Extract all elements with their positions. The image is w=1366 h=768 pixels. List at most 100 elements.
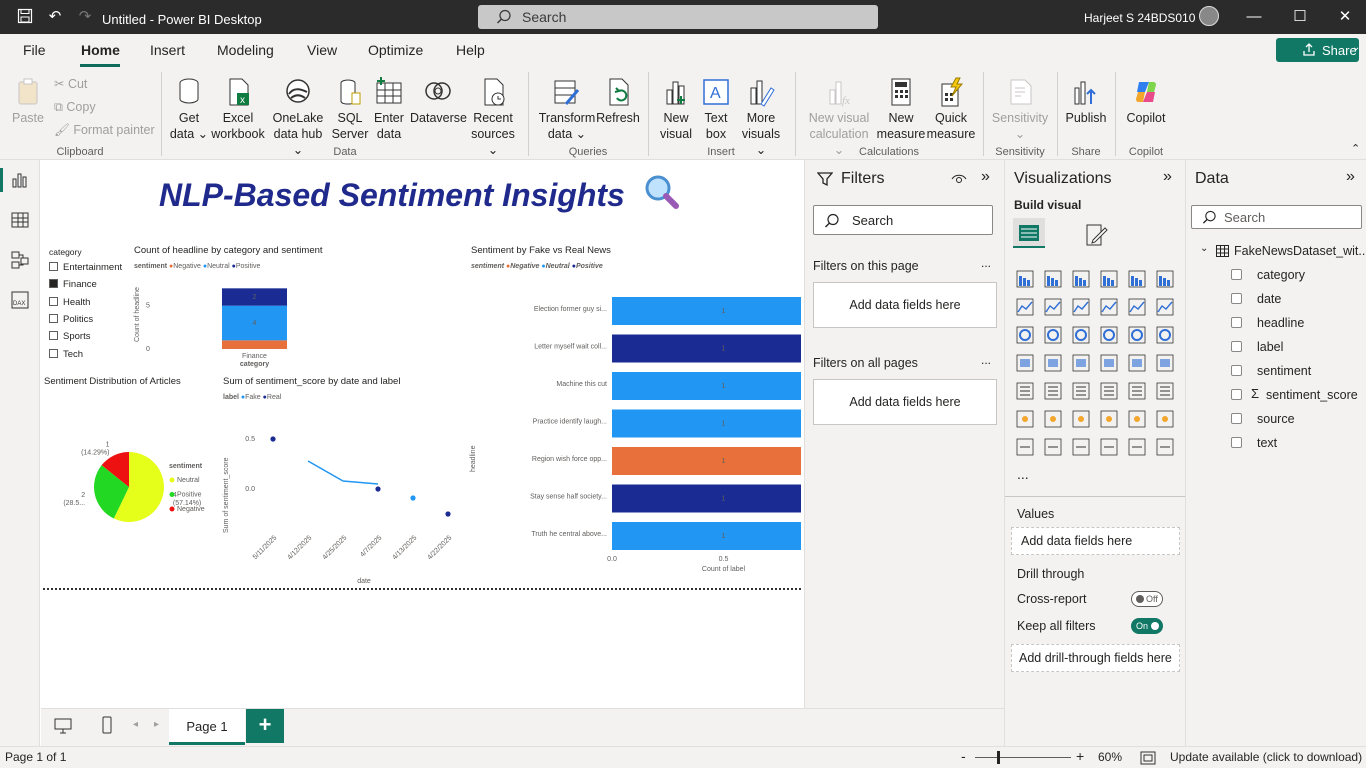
qa-icon[interactable]: [1100, 410, 1118, 428]
refresh-button[interactable]: Refresh: [596, 76, 640, 126]
avatar[interactable]: [1199, 6, 1219, 26]
more-icon[interactable]: [1156, 438, 1174, 456]
field-text[interactable]: text: [1257, 436, 1277, 450]
cross-report-toggle[interactable]: Off: [1131, 591, 1163, 607]
copy-button[interactable]: ⧉ Copy: [54, 100, 96, 115]
100-bar-icon[interactable]: [1128, 270, 1146, 288]
clustered-column-icon[interactable]: [1100, 270, 1118, 288]
gauge-icon[interactable]: [1128, 354, 1146, 372]
slicer-checkbox[interactable]: [49, 348, 58, 358]
menu-file[interactable]: File: [23, 42, 46, 58]
desktop-layout-icon[interactable]: [53, 717, 73, 735]
fake-real-bar[interactable]: [612, 297, 801, 325]
table-view-icon[interactable]: [10, 210, 30, 230]
matrix-icon[interactable]: [1128, 382, 1146, 400]
100-column-icon[interactable]: [1156, 270, 1174, 288]
fake-real-bar-chart[interactable]: headline Election former guy si... 1 Letter…: [466, 272, 801, 587]
data-search[interactable]: Search: [1191, 205, 1362, 229]
quick-measure-button[interactable]: Quick measure: [926, 76, 976, 142]
copilot-button[interactable]: Copilot: [1122, 76, 1170, 126]
fake-real-bar[interactable]: [612, 484, 801, 513]
slicer-item-finance[interactable]: Finance: [49, 279, 97, 290]
fake-real-bar[interactable]: [612, 522, 801, 550]
field-checkbox[interactable]: [1231, 437, 1242, 448]
prev-page-icon[interactable]: ◂: [133, 719, 138, 730]
undo-icon[interactable]: ↶: [46, 8, 64, 26]
format-painter-button[interactable]: 🖌 Format painter: [54, 123, 155, 138]
field-checkbox[interactable]: [1231, 413, 1242, 424]
update-available[interactable]: Update available (click to download): [1170, 750, 1362, 764]
global-search[interactable]: Search: [478, 5, 878, 29]
ribbon-icon[interactable]: [1016, 326, 1034, 344]
area-chart-icon[interactable]: [1044, 298, 1062, 316]
field-date[interactable]: date: [1257, 292, 1281, 306]
dax-query-view-icon[interactable]: DAX: [10, 290, 30, 310]
model-view-icon[interactable]: [10, 250, 30, 270]
drill-through-drop-zone[interactable]: Add drill-through fields here: [1011, 644, 1180, 672]
line-chart-icon[interactable]: [1016, 298, 1034, 316]
page-tab-1[interactable]: Page 1: [169, 709, 245, 745]
expand-table-icon[interactable]: ⌄: [1200, 243, 1208, 254]
funnel-icon[interactable]: [1072, 326, 1090, 344]
stacked-area-icon[interactable]: [1072, 298, 1090, 316]
share-button[interactable]: Share ⌄: [1276, 38, 1360, 62]
menu-home[interactable]: Home: [81, 42, 120, 58]
slicer-item-politics[interactable]: Politics: [49, 313, 93, 325]
stacked-column-icon[interactable]: [1044, 270, 1062, 288]
new-card-icon[interactable]: [1044, 438, 1062, 456]
zoom-slider-track[interactable]: [975, 757, 1071, 758]
sentiment-score-line-chart[interactable]: Sum of sentiment_score 0.5 0.0 5/11/2025 4/1…: [219, 405, 469, 590]
slicer-checkbox[interactable]: [49, 279, 58, 289]
maximize-icon[interactable]: ☐: [1292, 9, 1308, 25]
line-column-icon[interactable]: [1128, 298, 1146, 316]
field-checkbox[interactable]: [1231, 341, 1242, 352]
more-visuals-ellipsis[interactable]: ...: [1017, 466, 1029, 482]
menu-view[interactable]: View: [307, 42, 337, 58]
pie-chart-icon[interactable]: [1128, 326, 1146, 344]
collapse-viz-icon[interactable]: »: [1163, 168, 1172, 186]
clustered-bar-icon[interactable]: [1072, 270, 1090, 288]
slicer-checkbox[interactable]: [49, 262, 58, 271]
paginated-report-icon[interactable]: [1016, 438, 1034, 456]
waterfall-icon[interactable]: [1044, 326, 1062, 344]
field-checkbox[interactable]: [1231, 365, 1242, 376]
python-visual-icon[interactable]: [1016, 410, 1034, 428]
category-slicer[interactable]: category Entertainment Finance Health Polit…: [41, 244, 131, 364]
power-automate-icon[interactable]: [1128, 438, 1146, 456]
line-point[interactable]: [270, 436, 276, 442]
field-source[interactable]: source: [1257, 412, 1295, 426]
eye-icon[interactable]: [951, 172, 967, 186]
key-influencers-icon[interactable]: [1044, 410, 1062, 428]
azure-map-icon[interactable]: [1100, 354, 1118, 372]
table-icon[interactable]: [1100, 382, 1118, 400]
field-sentiment-score[interactable]: sentiment_score: [1266, 388, 1358, 402]
slicer-checkbox[interactable]: [49, 331, 58, 341]
field-checkbox[interactable]: [1231, 293, 1242, 304]
get-data-button[interactable]: Get data ⌄: [167, 76, 211, 142]
field-sentiment[interactable]: sentiment: [1257, 364, 1311, 378]
fit-to-page-icon[interactable]: [1140, 751, 1156, 765]
kpi-icon[interactable]: [1044, 382, 1062, 400]
slicer-checkbox[interactable]: [49, 313, 58, 323]
treemap-icon[interactable]: [1016, 354, 1034, 372]
field-label[interactable]: label: [1257, 340, 1283, 354]
stacked-bar-icon[interactable]: [1016, 270, 1034, 288]
filters-all-more-icon[interactable]: ...: [981, 353, 991, 367]
table-name[interactable]: FakeNewsDataset_wit...: [1234, 244, 1366, 258]
line-point[interactable]: [375, 486, 381, 492]
stacked-column-chart[interactable]: Count of headline 0 5 4 2 Financecategory: [131, 272, 391, 377]
field-headline[interactable]: headline: [1257, 316, 1304, 330]
sql-server-button[interactable]: SQL Server: [330, 76, 370, 142]
values-drop-zone[interactable]: Add data fields here: [1011, 527, 1180, 555]
slicer-item-entertainment[interactable]: Entertainment: [49, 262, 122, 273]
cut-button[interactable]: ✂ Cut: [54, 76, 87, 91]
publish-button[interactable]: Publish: [1062, 76, 1110, 126]
scatter-icon[interactable]: [1100, 326, 1118, 344]
stacked-bar-negative[interactable]: [222, 340, 287, 349]
collapse-filters-icon[interactable]: »: [981, 168, 990, 186]
slicer-item-tech[interactable]: Tech: [49, 348, 83, 360]
power-apps-icon[interactable]: [1100, 438, 1118, 456]
mobile-layout-icon[interactable]: [101, 715, 113, 735]
save-icon[interactable]: [16, 8, 34, 26]
zoom-out-icon[interactable]: -: [961, 748, 966, 764]
